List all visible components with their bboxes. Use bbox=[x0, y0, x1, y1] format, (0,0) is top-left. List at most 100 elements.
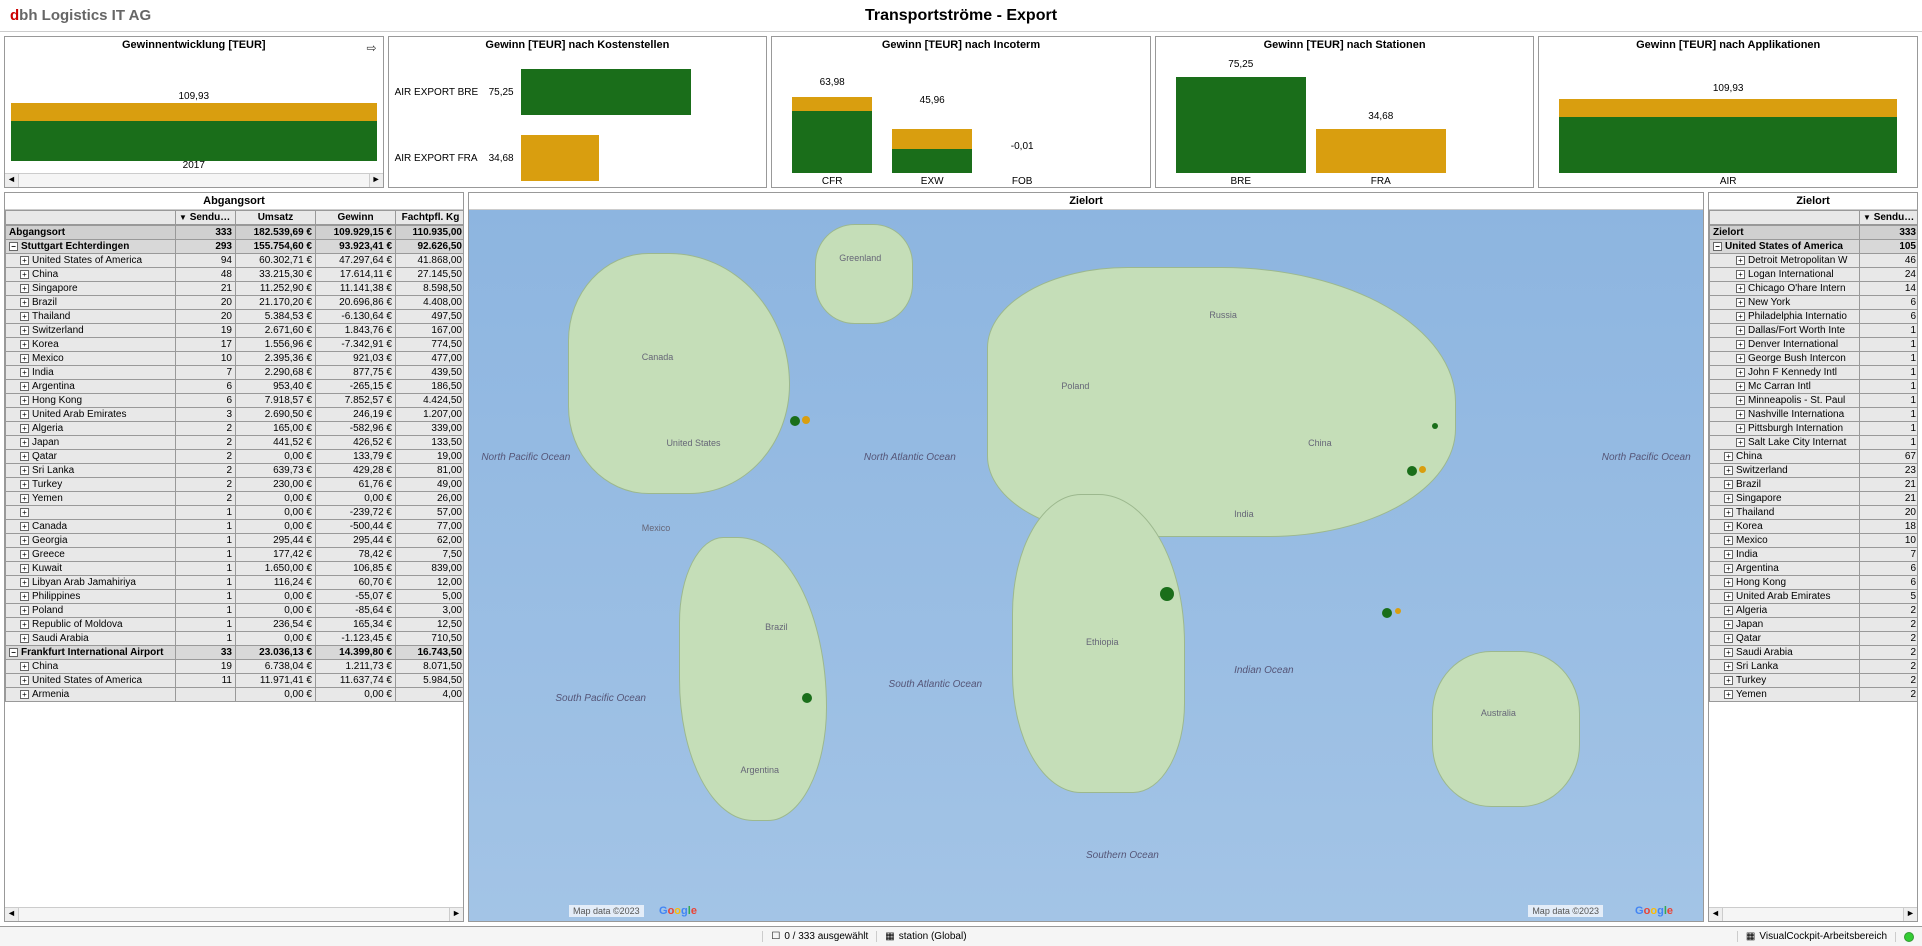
expand-icon[interactable]: + bbox=[20, 396, 29, 405]
chart-kostenstellen[interactable]: Gewinn [TEUR] nach Kostenstellen AIR EXP… bbox=[388, 36, 768, 188]
expand-icon[interactable]: + bbox=[20, 298, 29, 307]
scroll-left-icon[interactable]: ◄ bbox=[5, 174, 19, 187]
expand-icon[interactable]: + bbox=[1724, 466, 1733, 475]
collapse-icon[interactable]: − bbox=[9, 648, 18, 657]
table-row[interactable]: +Yemen20,00 €0,00 €26,00 bbox=[6, 492, 464, 506]
expand-icon[interactable]: + bbox=[1736, 340, 1745, 349]
expand-icon[interactable]: + bbox=[1736, 382, 1745, 391]
table-row[interactable]: +Japan2 bbox=[1710, 618, 1918, 632]
map-marker[interactable] bbox=[1432, 423, 1438, 429]
table-row[interactable]: +Republic of Moldova1236,54 €165,34 €12,… bbox=[6, 618, 464, 632]
table-row[interactable]: +Salt Lake City Internat1 bbox=[1710, 436, 1918, 450]
col-sendungen[interactable]: ▼ Sendungen bbox=[176, 211, 236, 225]
group-row[interactable]: −Frankfurt International Airport3323.036… bbox=[6, 646, 464, 660]
table-row[interactable]: +Sri Lanka2639,73 €429,28 €81,00 bbox=[6, 464, 464, 478]
table-row[interactable]: +India7 bbox=[1710, 548, 1918, 562]
status-station[interactable]: ▦ station (Global) bbox=[876, 931, 974, 942]
col-name[interactable] bbox=[6, 211, 176, 225]
expand-icon[interactable]: + bbox=[20, 676, 29, 685]
expand-icon[interactable]: + bbox=[1724, 592, 1733, 601]
table-row[interactable]: +China4833.215,30 €17.614,11 €27.145,50 bbox=[6, 268, 464, 282]
chart-applikationen[interactable]: Gewinn [TEUR] nach Applikationen 109,93 … bbox=[1538, 36, 1918, 188]
table-row[interactable]: +United Arab Emirates32.690,50 €246,19 €… bbox=[6, 408, 464, 422]
expand-icon[interactable]: + bbox=[1736, 312, 1745, 321]
expand-icon[interactable]: + bbox=[1736, 270, 1745, 279]
expand-icon[interactable]: + bbox=[1724, 550, 1733, 559]
table-row[interactable]: +Philadelphia Internatio6 bbox=[1710, 310, 1918, 324]
table-row[interactable]: +Hong Kong67.918,57 €7.852,57 €4.424,50 bbox=[6, 394, 464, 408]
expand-icon[interactable]: + bbox=[1736, 438, 1745, 447]
table-row[interactable]: +Detroit Metropolitan W46 bbox=[1710, 254, 1918, 268]
table-row[interactable]: +Armenia0,00 €0,00 €4,00 bbox=[6, 688, 464, 702]
table-row[interactable]: +Switzerland192.671,60 €1.843,76 €167,00 bbox=[6, 324, 464, 338]
expand-icon[interactable]: + bbox=[20, 592, 29, 601]
table-row[interactable]: +Dallas/Fort Worth Inte1 bbox=[1710, 324, 1918, 338]
expand-icon[interactable]: + bbox=[20, 634, 29, 643]
hscrollbar[interactable]: ◄ ► bbox=[1709, 907, 1917, 921]
table-row[interactable]: +United Arab Emirates5 bbox=[1710, 590, 1918, 604]
expand-icon[interactable]: + bbox=[20, 480, 29, 489]
col-gewinn[interactable]: Gewinn bbox=[316, 211, 396, 225]
expand-icon[interactable]: + bbox=[20, 256, 29, 265]
table-row[interactable]: +Argentina6953,40 €-265,15 €186,50 bbox=[6, 380, 464, 394]
map-marker[interactable] bbox=[1382, 608, 1392, 618]
table-row[interactable]: +Hong Kong6 bbox=[1710, 576, 1918, 590]
expand-icon[interactable]: + bbox=[20, 564, 29, 573]
expand-icon[interactable]: + bbox=[1724, 634, 1733, 643]
expand-icon[interactable]: + bbox=[1724, 690, 1733, 699]
map-marker[interactable] bbox=[1407, 466, 1417, 476]
expand-icon[interactable]: + bbox=[20, 620, 29, 629]
table-row[interactable]: +Qatar20,00 €133,79 €19,00 bbox=[6, 450, 464, 464]
table-row[interactable]: +Mexico102.395,36 €921,03 €477,00 bbox=[6, 352, 464, 366]
table-row[interactable]: +Algeria2165,00 €-582,96 €339,00 bbox=[6, 422, 464, 436]
expand-icon[interactable]: + bbox=[20, 312, 29, 321]
collapse-icon[interactable]: − bbox=[1713, 242, 1722, 251]
expand-icon[interactable]: + bbox=[1736, 396, 1745, 405]
scroll-left-icon[interactable]: ◄ bbox=[5, 908, 19, 921]
status-workspace[interactable]: ▦ VisualCockpit-Arbeitsbereich bbox=[1737, 931, 1895, 942]
table-row[interactable]: +Denver International1 bbox=[1710, 338, 1918, 352]
table-row[interactable]: +Canada10,00 €-500,44 €77,00 bbox=[6, 520, 464, 534]
expand-icon[interactable]: + bbox=[20, 424, 29, 433]
table-row[interactable]: +Algeria2 bbox=[1710, 604, 1918, 618]
expand-icon[interactable]: + bbox=[1724, 452, 1733, 461]
table-row[interactable]: +Philippines10,00 €-55,07 €5,00 bbox=[6, 590, 464, 604]
table-row[interactable]: +India72.290,68 €877,75 €439,50 bbox=[6, 366, 464, 380]
table-row[interactable]: +Japan2441,52 €426,52 €133,50 bbox=[6, 436, 464, 450]
chart-scrollbar[interactable]: ◄ ► bbox=[5, 173, 383, 187]
table-row[interactable]: +Korea18 bbox=[1710, 520, 1918, 534]
expand-icon[interactable]: + bbox=[1736, 410, 1745, 419]
table-row[interactable]: +China196.738,04 €1.211,73 €8.071,50 bbox=[6, 660, 464, 674]
table-row[interactable]: +Argentina6 bbox=[1710, 562, 1918, 576]
table-row[interactable]: +Singapore2111.252,90 €11.141,38 €8.598,… bbox=[6, 282, 464, 296]
hscrollbar[interactable]: ◄ ► bbox=[5, 907, 463, 921]
expand-icon[interactable]: + bbox=[1724, 494, 1733, 503]
table-row[interactable]: +United States of America1111.971,41 €11… bbox=[6, 674, 464, 688]
expand-icon[interactable]: + bbox=[20, 326, 29, 335]
table-row[interactable]: +Turkey2230,00 €61,76 €49,00 bbox=[6, 478, 464, 492]
table-row[interactable]: +Sri Lanka2 bbox=[1710, 660, 1918, 674]
table-row[interactable]: +Nashville Internationa1 bbox=[1710, 408, 1918, 422]
table-row[interactable]: +Poland10,00 €-85,64 €3,00 bbox=[6, 604, 464, 618]
expand-icon[interactable]: + bbox=[20, 550, 29, 559]
table-row[interactable]: +Thailand20 bbox=[1710, 506, 1918, 520]
scroll-track[interactable] bbox=[1723, 908, 1903, 921]
table-row[interactable]: +Thailand205.384,53 €-6.130,64 €497,50 bbox=[6, 310, 464, 324]
expand-icon[interactable]: + bbox=[20, 522, 29, 531]
table-row[interactable]: +Logan International24 bbox=[1710, 268, 1918, 282]
table-row[interactable]: +Brazil2021.170,20 €20.696,86 €4.408,00 bbox=[6, 296, 464, 310]
table-row[interactable]: +Chicago O'hare Intern14 bbox=[1710, 282, 1918, 296]
expand-icon[interactable]: + bbox=[1724, 620, 1733, 629]
table-row[interactable]: +Switzerland23 bbox=[1710, 464, 1918, 478]
expand-icon[interactable]: + bbox=[1736, 284, 1745, 293]
expand-icon[interactable]: + bbox=[20, 508, 29, 517]
table-row[interactable]: +Mc Carran Intl1 bbox=[1710, 380, 1918, 394]
table-row[interactable]: +10,00 €-239,72 €57,00 bbox=[6, 506, 464, 520]
total-row[interactable]: Zielort333 bbox=[1710, 226, 1918, 240]
expand-icon[interactable]: + bbox=[1736, 424, 1745, 433]
expand-icon[interactable]: + bbox=[20, 354, 29, 363]
expand-icon[interactable]: + bbox=[20, 662, 29, 671]
world-map[interactable]: Greenland Canada United States Mexico Br… bbox=[469, 210, 1703, 921]
chart-incoterm[interactable]: Gewinn [TEUR] nach Incoterm 63,98 CFR 45… bbox=[771, 36, 1151, 188]
expand-icon[interactable]: + bbox=[20, 690, 29, 699]
